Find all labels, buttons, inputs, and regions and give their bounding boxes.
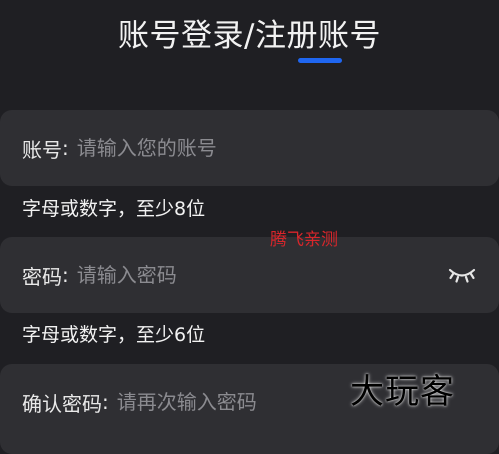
password-hint: 字母或数字，至少6位 xyxy=(22,324,206,346)
watermark-tengfei: 腾飞亲测 xyxy=(270,230,338,250)
password-label: 密码 xyxy=(22,264,62,289)
password-field[interactable]: 密码 : xyxy=(0,237,499,313)
password-colon: : xyxy=(62,263,69,287)
watermark-dawanke: 大玩客 xyxy=(350,372,455,412)
page-title: 账号登录/注册账号 xyxy=(118,18,381,54)
account-label: 账号 xyxy=(22,137,62,162)
confirm-password-label: 确认密码 xyxy=(22,391,102,416)
eye-closed-icon-svg xyxy=(448,268,476,283)
account-input[interactable] xyxy=(76,136,377,160)
title-underline xyxy=(298,58,342,63)
account-hint: 字母或数字，至少8位 xyxy=(22,198,206,220)
password-input[interactable] xyxy=(76,263,377,287)
account-colon: : xyxy=(62,136,69,160)
account-field[interactable]: 账号 : xyxy=(0,110,499,186)
confirm-password-colon: : xyxy=(102,390,109,414)
eye-closed-icon[interactable] xyxy=(447,264,477,286)
